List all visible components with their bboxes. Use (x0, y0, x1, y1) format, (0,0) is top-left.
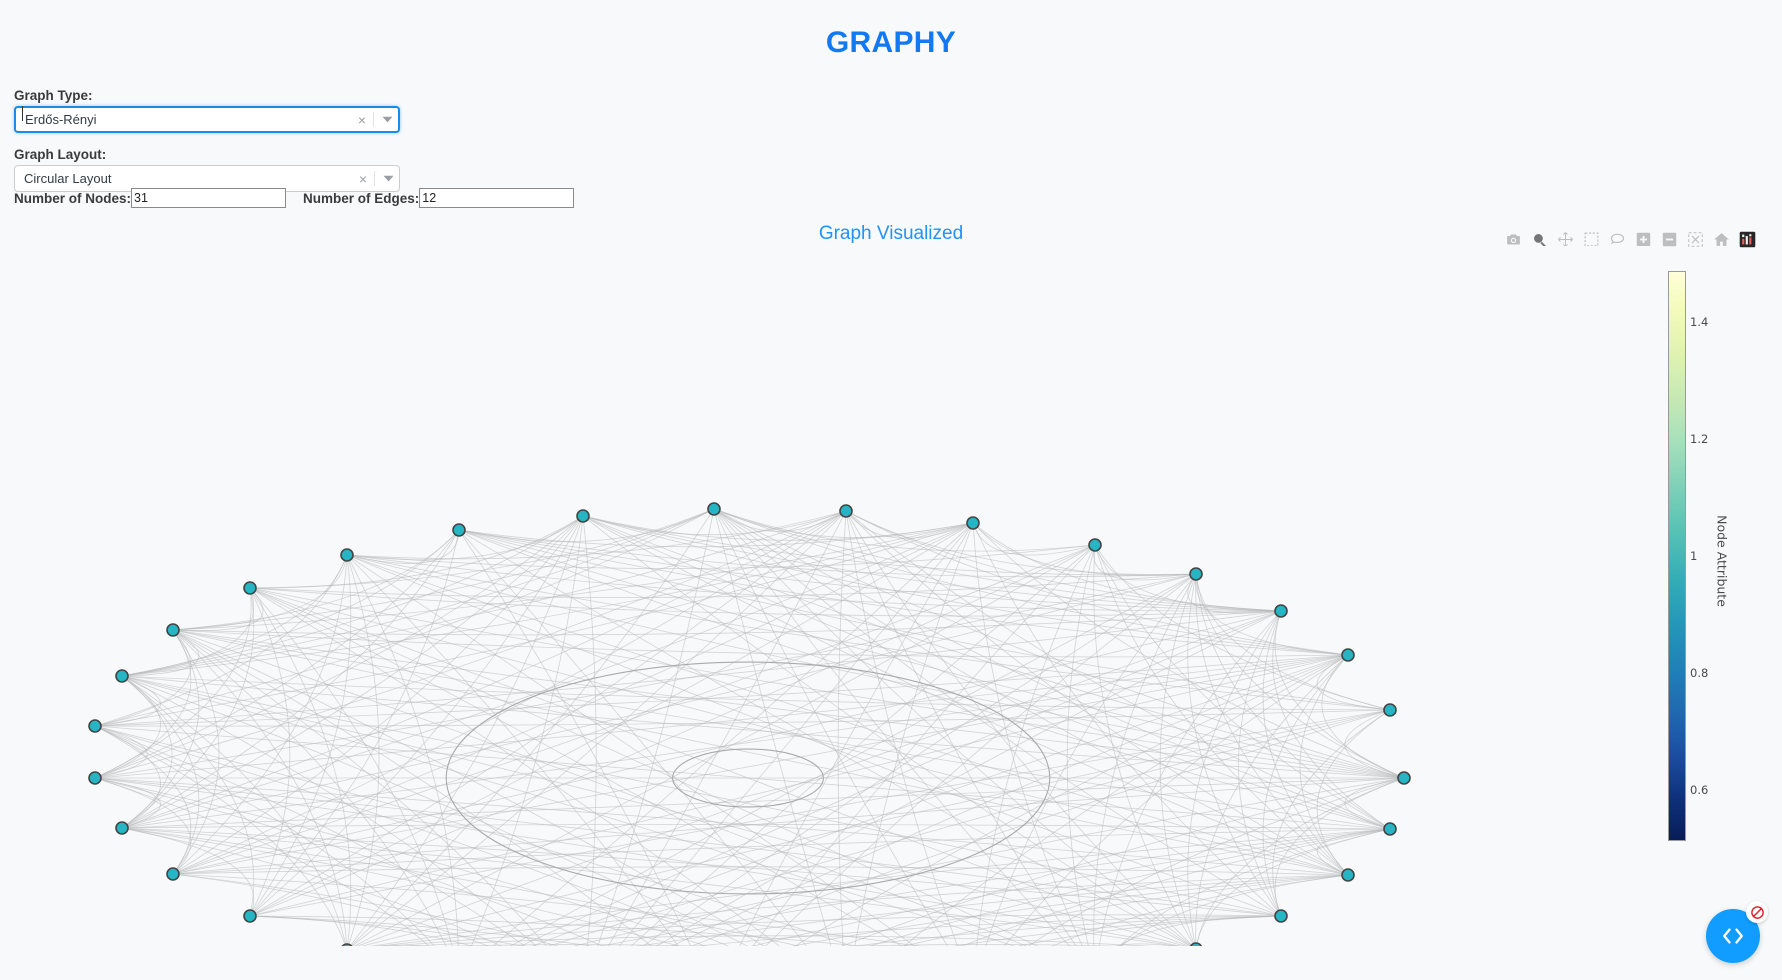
dev-tools-error-badge[interactable] (1746, 901, 1768, 923)
graph-node[interactable] (1274, 909, 1288, 923)
graph-type-dropdown[interactable]: Erdős-Rényi × (14, 106, 400, 133)
graph-node[interactable] (243, 581, 257, 595)
graph-node[interactable] (1088, 538, 1102, 552)
colorbar-tick: 1.4 (1690, 315, 1709, 330)
graph-type-value-text: Erdős-Rényi (25, 112, 97, 127)
colorbar-tick: 1 (1690, 549, 1698, 563)
num-nodes-input[interactable] (131, 188, 287, 208)
zoom-out-icon[interactable] (1658, 228, 1680, 250)
graph-node[interactable] (243, 909, 257, 923)
divider (373, 112, 374, 127)
graph-node[interactable] (839, 504, 853, 518)
colorbar-tick: 0.8 (1690, 665, 1709, 680)
colorbar-title: Node Attribute (1714, 515, 1730, 607)
error-prohibited-icon (1750, 905, 1764, 919)
node-edge-inputs: Number of Nodes: Number of Edges: (14, 188, 575, 208)
graph-node[interactable] (1397, 771, 1411, 785)
graph-layout-value: Circular Layout (24, 172, 354, 185)
graph-layout-label: Graph Layout: (14, 147, 107, 162)
controls-panel: Graph Type: Erdős-Rényi × Graph Layout: … (14, 88, 714, 192)
graph-panel: Graph Visualized 1.4 1.2 1 0.8 0.6 Node … (0, 216, 1782, 980)
graph-node[interactable] (576, 509, 590, 523)
graph-layout-value-text: Circular Layout (24, 171, 112, 186)
graph-node[interactable] (1383, 703, 1397, 717)
graph-type-value: Erdős-Rényi (22, 106, 353, 127)
graph-node[interactable] (88, 771, 102, 785)
graph-node[interactable] (1189, 567, 1203, 581)
graph-node[interactable] (966, 516, 980, 530)
colorbar-gradient (1668, 271, 1686, 841)
autoscale-icon[interactable] (1684, 228, 1706, 250)
graphy-app: GRAPHY Graph Type: Erdős-Rényi × Graph L… (0, 0, 1782, 980)
graph-node[interactable] (1383, 822, 1397, 836)
graph-node[interactable] (707, 502, 721, 516)
chevron-down-icon[interactable] (376, 116, 398, 123)
num-nodes-label: Number of Nodes: (14, 190, 132, 206)
colorbar-tick: 1.2 (1690, 432, 1709, 447)
colorbar-tick: 0.6 (1690, 782, 1709, 797)
graph-node[interactable] (1274, 604, 1288, 618)
num-edges-input[interactable] (419, 188, 575, 208)
reset-home-icon[interactable] (1710, 228, 1732, 250)
graph-type-label: Graph Type: (14, 88, 93, 103)
graph-layout-clear-icon[interactable]: × (354, 172, 372, 186)
graph-node[interactable] (1341, 868, 1355, 882)
network-graph[interactable] (0, 246, 1660, 946)
graph-node[interactable] (88, 719, 102, 733)
graph-node[interactable] (115, 821, 129, 835)
text-caret (22, 106, 23, 121)
graph-node[interactable] (115, 669, 129, 683)
colorbar: 1.4 1.2 1 0.8 0.6 Node Attribute (1660, 256, 1744, 866)
chevron-down-icon[interactable] (377, 175, 399, 182)
graph-node[interactable] (452, 523, 466, 537)
divider (374, 171, 375, 186)
graph-type-clear-icon[interactable]: × (353, 113, 371, 127)
graph-node[interactable] (340, 548, 354, 562)
num-edges-label: Number of Edges: (303, 190, 420, 206)
graph-node[interactable] (1341, 648, 1355, 662)
graph-node[interactable] (166, 623, 180, 637)
plotly-logo-icon[interactable] (1736, 228, 1758, 250)
graph-node[interactable] (166, 867, 180, 881)
graph-canvas[interactable] (0, 246, 1660, 946)
page-title: GRAPHY (825, 26, 957, 59)
code-brackets-icon (1723, 928, 1743, 944)
